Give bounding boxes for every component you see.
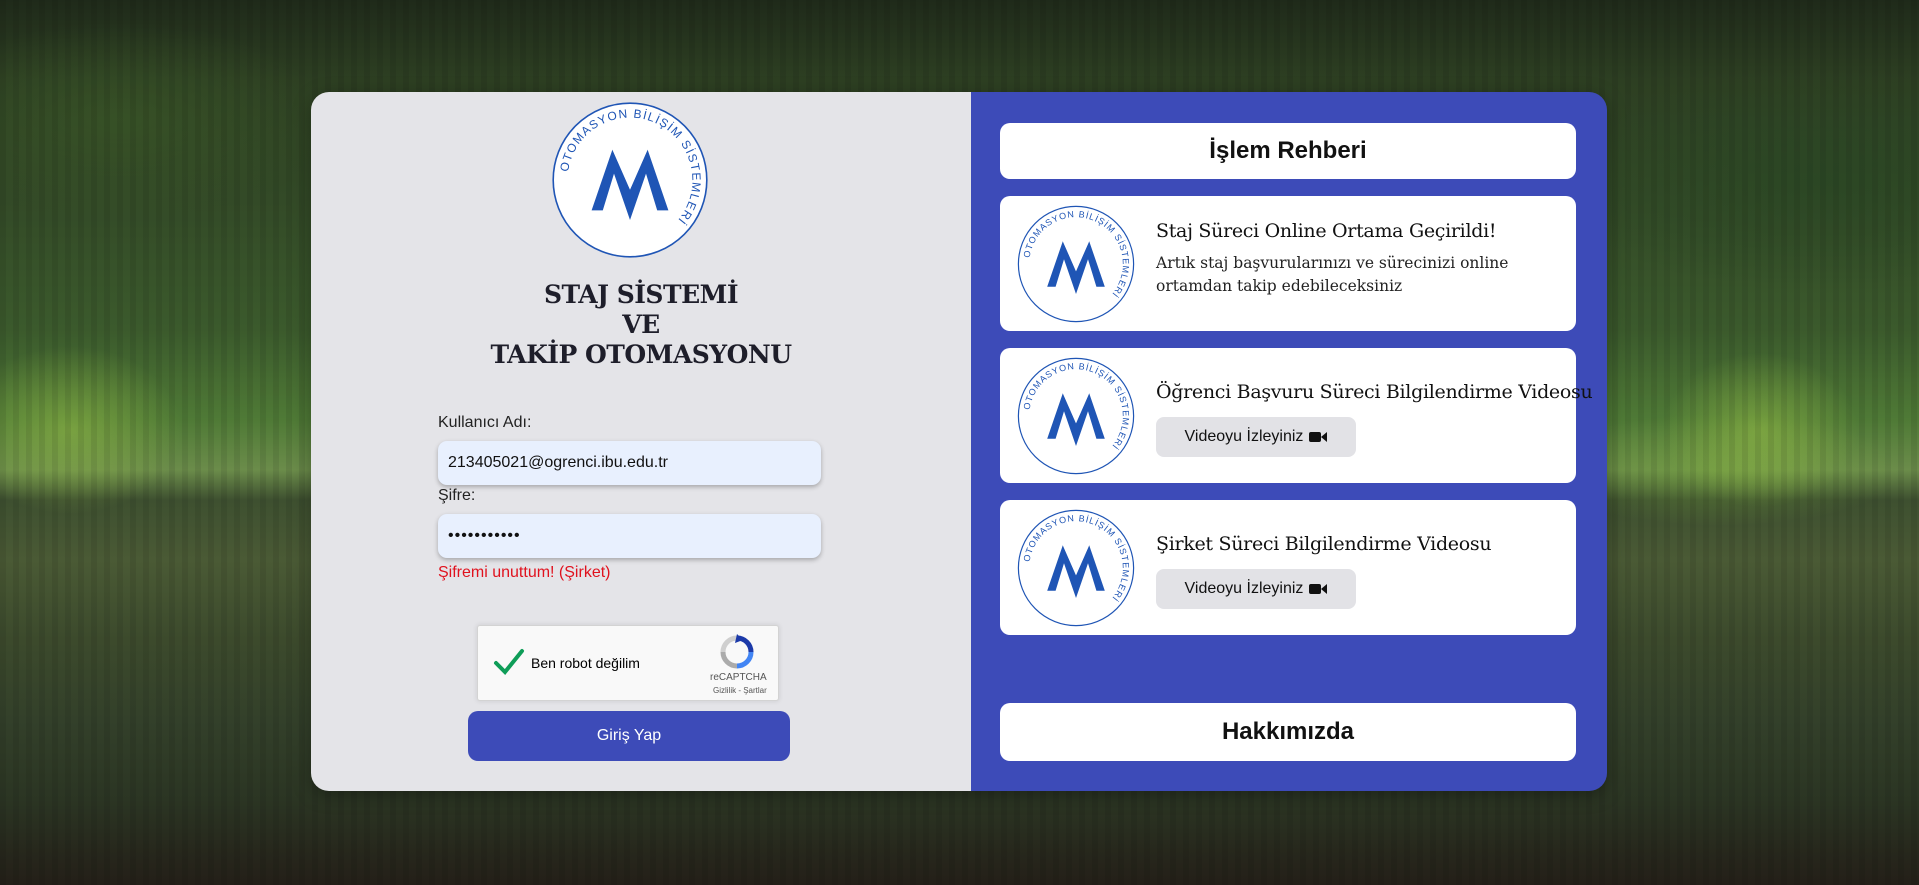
logo: OTOMASYON BİLİŞİM SİSTEMLERİ: [1016, 508, 1136, 628]
guide-item-title: Staj Süreci Online Ortama Geçirildi!: [1156, 220, 1497, 242]
guide-panel: İşlem Rehberi OTOMASYON BİLİŞİM SİSTEMLE…: [971, 92, 1607, 791]
watch-video-button[interactable]: Videoyu İzleyiniz: [1156, 569, 1356, 609]
password-label: Şifre:: [438, 487, 476, 504]
logo: OTOMASYON BİLİŞİM SİSTEMLERİ: [1016, 204, 1136, 324]
login-card: OTOMASYON BİLİŞİM SİSTEMLERİ STAJ SİSTEM…: [311, 92, 1607, 791]
recaptcha-checkbox[interactable]: [493, 646, 525, 678]
video-camera-icon: [1309, 432, 1328, 442]
forgot-password-link[interactable]: Şifremi unuttum! (Şirket): [438, 564, 610, 582]
title-line-2: VE: [622, 310, 660, 339]
page-title: STAJ SİSTEMİ VE TAKİP OTOMASYONU: [311, 280, 971, 370]
guide-item-description: Artık staj başvurularınızı ve sürecinizi…: [1156, 254, 1509, 295]
about-button[interactable]: Hakkımızda: [1000, 703, 1576, 761]
title-line-1: STAJ SİSTEMİ: [543, 280, 739, 309]
guide-item-title: Öğrenci Başvuru Süreci Bilgilendirme Vid…: [1156, 381, 1593, 403]
username-label: Kullanıcı Adı:: [438, 414, 532, 431]
logo: OTOMASYON BİLİŞİM SİSTEMLERİ: [1016, 356, 1136, 476]
guide-header: İşlem Rehberi: [1000, 123, 1576, 179]
video-camera-icon: [1309, 584, 1328, 594]
title-line-3: TAKİP OTOMASYONU: [490, 340, 792, 369]
guide-item: OTOMASYON BİLİŞİM SİSTEMLERİ Staj Süreci…: [1000, 196, 1576, 331]
recaptcha-label: Ben robot değilim: [531, 655, 640, 671]
guide-item: OTOMASYON BİLİŞİM SİSTEMLERİ Öğrenci Baş…: [1000, 348, 1593, 483]
watch-video-label: Videoyu İzleyiniz: [1184, 580, 1304, 597]
login-button[interactable]: Giriş Yap: [468, 711, 790, 761]
watch-video-button[interactable]: Videoyu İzleyiniz: [1156, 417, 1356, 457]
recaptcha-logo-icon: [720, 634, 754, 669]
password-input[interactable]: [438, 514, 821, 558]
watch-video-label: Videoyu İzleyiniz: [1184, 428, 1304, 445]
logo: OTOMASYON BİLİŞİM SİSTEMLERİ: [550, 100, 710, 260]
login-panel: OTOMASYON BİLİŞİM SİSTEMLERİ STAJ SİSTEM…: [311, 92, 971, 791]
recaptcha-widget: Ben robot değilim reCAPTCHA Gizlilik - Ş…: [477, 625, 779, 701]
username-input[interactable]: [438, 441, 821, 485]
recaptcha-terms-link[interactable]: Gizlilik - Şartlar: [713, 686, 767, 695]
recaptcha-brand: reCAPTCHA: [710, 672, 767, 683]
guide-item-title: Şirket Süreci Bilgilendirme Videosu: [1156, 533, 1492, 555]
guide-item: OTOMASYON BİLİŞİM SİSTEMLERİ Şirket Süre…: [1000, 500, 1576, 635]
